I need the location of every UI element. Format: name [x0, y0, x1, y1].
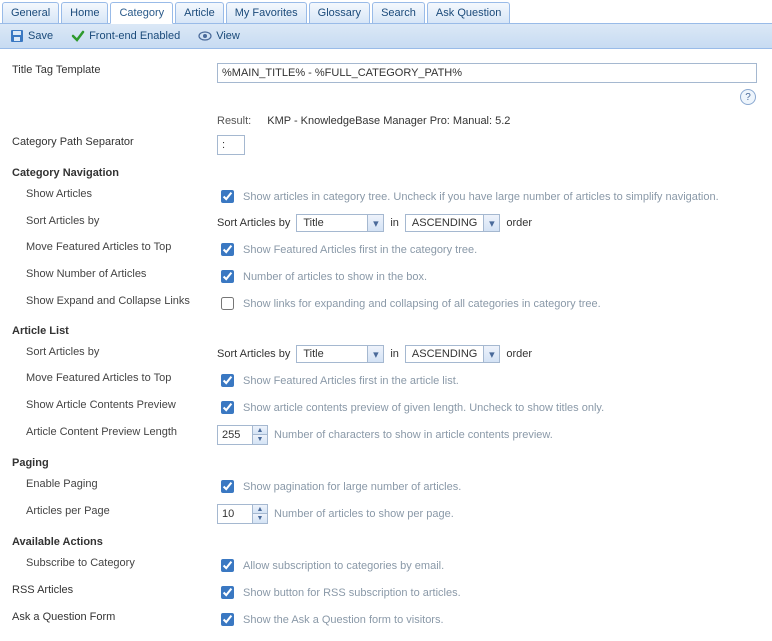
alist-sort-field-value: Title	[297, 346, 367, 362]
title-tag-input[interactable]	[217, 63, 757, 83]
show-number-checkbox[interactable]	[221, 270, 234, 283]
alist-sort-field-select[interactable]: Title ▾	[296, 345, 384, 363]
subscribe-checkbox[interactable]	[221, 559, 234, 572]
check-icon	[71, 29, 85, 43]
tab-category[interactable]: Category	[110, 2, 173, 24]
alist-move-featured-checkbox[interactable]	[221, 374, 234, 387]
alist-sort-in: in	[390, 348, 399, 360]
catnav-sort-dir-value: ASCENDING	[406, 215, 483, 231]
settings-form: Title Tag Template ? Result: KMP - Knowl…	[0, 49, 772, 641]
catnav-sort-suffix: order	[506, 217, 532, 229]
articles-per-page-hint: Number of articles to show per page.	[274, 508, 454, 520]
toolbar: Save Front-end Enabled View	[0, 24, 772, 49]
tab-general[interactable]: General	[2, 2, 59, 23]
chevron-down-icon: ▾	[367, 215, 383, 231]
enable-paging-checkbox[interactable]	[221, 480, 234, 493]
chevron-down-icon: ▾	[483, 346, 499, 362]
frontend-enabled-button[interactable]: Front-end Enabled	[67, 27, 184, 45]
enable-paging-label: Enable Paging	[8, 473, 213, 500]
expand-collapse-label: Show Expand and Collapse Links	[8, 290, 213, 317]
category-path-sep-label: Category Path Separator	[8, 131, 213, 159]
catnav-sort-field-select[interactable]: Title ▾	[296, 214, 384, 232]
alist-sort-prefix: Sort Articles by	[217, 348, 290, 360]
title-tag-result-label: Result:	[217, 115, 251, 127]
tab-search[interactable]: Search	[372, 2, 425, 23]
show-articles-hint: Show articles in category tree. Uncheck …	[243, 191, 719, 203]
spinner-up-icon[interactable]: ▲	[253, 505, 267, 514]
enable-paging-hint: Show pagination for large number of arti…	[243, 481, 461, 493]
show-preview-label: Show Article Contents Preview	[8, 394, 213, 421]
available-actions-header: Available Actions	[8, 528, 213, 552]
frontend-enabled-label: Front-end Enabled	[89, 30, 180, 42]
ask-question-hint: Show the Ask a Question form to visitors…	[243, 614, 444, 626]
preview-length-label: Article Content Preview Length	[8, 421, 213, 449]
catnav-move-featured-label: Move Featured Articles to Top	[8, 236, 213, 263]
catnav-sort-label: Sort Articles by	[8, 210, 213, 236]
rss-label: RSS Articles	[8, 579, 213, 606]
save-label: Save	[28, 30, 53, 42]
category-navigation-header: Category Navigation	[8, 159, 213, 183]
alist-sort-suffix: order	[506, 348, 532, 360]
rss-hint: Show button for RSS subscription to arti…	[243, 587, 461, 599]
show-articles-label: Show Articles	[8, 183, 213, 210]
alist-sort-label: Sort Articles by	[8, 341, 213, 367]
alist-move-featured-label: Move Featured Articles to Top	[8, 367, 213, 394]
expand-collapse-checkbox[interactable]	[221, 297, 234, 310]
show-preview-hint: Show article contents preview of given l…	[243, 402, 604, 414]
tab-home[interactable]: Home	[61, 2, 108, 23]
view-label: View	[216, 30, 240, 42]
spinner-up-icon[interactable]: ▲	[253, 426, 267, 435]
preview-length-hint: Number of characters to show in article …	[274, 429, 553, 441]
catnav-sort-prefix: Sort Articles by	[217, 217, 290, 229]
catnav-sort-field-value: Title	[297, 215, 367, 231]
catnav-move-featured-checkbox[interactable]	[221, 243, 234, 256]
articles-per-page-spinner[interactable]: ▲ ▼	[217, 504, 268, 524]
category-path-sep-input[interactable]	[217, 135, 245, 155]
ask-question-label: Ask a Question Form	[8, 606, 213, 633]
article-list-header: Article List	[8, 317, 213, 341]
chevron-down-icon: ▾	[367, 346, 383, 362]
view-button[interactable]: View	[194, 27, 244, 45]
show-articles-checkbox[interactable]	[221, 190, 234, 203]
ask-question-checkbox[interactable]	[221, 613, 234, 626]
tab-glossary[interactable]: Glossary	[309, 2, 370, 23]
catnav-sort-in: in	[390, 217, 399, 229]
paging-header: Paging	[8, 449, 213, 473]
help-icon[interactable]: ?	[740, 89, 756, 105]
articles-per-page-label: Articles per Page	[8, 500, 213, 528]
tab-ask-question[interactable]: Ask Question	[427, 2, 510, 23]
articles-per-page-input[interactable]	[218, 505, 252, 523]
expand-collapse-hint: Show links for expanding and collapsing …	[243, 298, 601, 310]
tab-my-favorites[interactable]: My Favorites	[226, 2, 307, 23]
spinner-down-icon[interactable]: ▼	[253, 435, 267, 444]
save-button[interactable]: Save	[6, 27, 57, 45]
subscribe-label: Subscribe to Category	[8, 552, 213, 579]
alist-sort-dir-value: ASCENDING	[406, 346, 483, 362]
title-tag-result-value: KMP - KnowledgeBase Manager Pro: Manual:…	[261, 115, 510, 127]
disk-icon	[10, 29, 24, 43]
catnav-sort-dir-select[interactable]: ASCENDING ▾	[405, 214, 500, 232]
alist-move-featured-hint: Show Featured Articles first in the arti…	[243, 375, 459, 387]
preview-length-input[interactable]	[218, 426, 252, 444]
title-tag-label: Title Tag Template	[8, 59, 213, 131]
catnav-move-featured-hint: Show Featured Articles first in the cate…	[243, 244, 477, 256]
tab-article[interactable]: Article	[175, 2, 224, 23]
spinner-down-icon[interactable]: ▼	[253, 514, 267, 523]
show-number-label: Show Number of Articles	[8, 263, 213, 290]
subscribe-hint: Allow subscription to categories by emai…	[243, 560, 444, 572]
preview-length-spinner[interactable]: ▲ ▼	[217, 425, 268, 445]
chevron-down-icon: ▾	[483, 215, 499, 231]
alist-sort-dir-select[interactable]: ASCENDING ▾	[405, 345, 500, 363]
show-preview-checkbox[interactable]	[221, 401, 234, 414]
show-number-hint: Number of articles to show in the box.	[243, 271, 427, 283]
tab-bar: GeneralHomeCategoryArticleMy FavoritesGl…	[0, 0, 772, 24]
eye-icon	[198, 29, 212, 43]
